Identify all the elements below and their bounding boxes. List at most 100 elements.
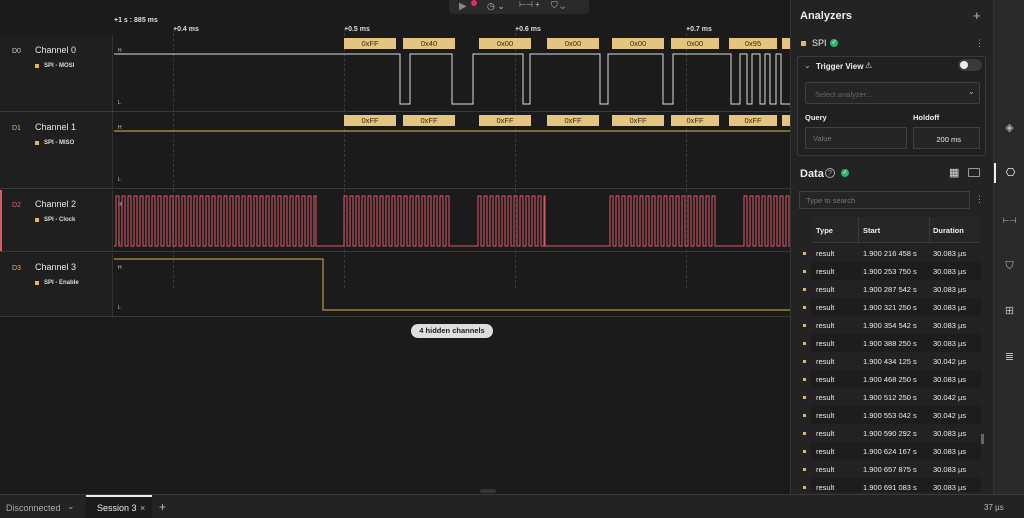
data-table: Type Start Duration result 1.900 216 458… [803, 217, 981, 492]
warning-icon: ⚠ [865, 61, 873, 70]
table-scrollbar[interactable] [981, 434, 984, 444]
table-row[interactable]: result 1.900 253 750 s 30.083 µs [803, 262, 981, 280]
table-row[interactable]: result 1.900 354 542 s 30.083 µs [803, 316, 981, 334]
cell-duration: 30.083 µs [933, 249, 967, 258]
data-search-input[interactable] [799, 191, 970, 209]
trigger-toggle[interactable] [958, 59, 982, 71]
timing-markers-icon[interactable]: ⊢⊣ [994, 211, 1024, 231]
zoom-level: 37 µs [984, 503, 1004, 512]
decoded-byte[interactable]: 0xFF [547, 115, 599, 126]
cell-duration: 30.083 µs [933, 447, 967, 456]
cell-start: 1.900 321 250 s [863, 303, 917, 312]
column-duration[interactable]: Duration [933, 226, 964, 235]
table-row[interactable]: result 1.900 434 125 s 30.042 µs [803, 352, 981, 370]
decoded-byte[interactable]: 0x40 [403, 38, 455, 49]
cell-start: 1.900 512 250 s [863, 393, 917, 402]
table-row[interactable]: result 1.900 388 250 s 30.083 µs [803, 334, 981, 352]
select-analyzer-dropdown[interactable]: Select analyzer... ⌄ [805, 82, 980, 104]
spi-analyzer-label[interactable]: SPI [812, 38, 827, 48]
cell-start: 1.900 388 250 s [863, 339, 917, 348]
table-view-icon[interactable]: ▦ [949, 166, 959, 179]
analyzers-icon[interactable]: ⎔ [994, 163, 1024, 183]
query-input[interactable] [805, 127, 907, 149]
table-row[interactable]: result 1.900 512 250 s 30.042 µs [803, 388, 981, 406]
table-row[interactable]: result 1.900 590 292 s 30.083 µs [803, 424, 981, 442]
cell-duration: 30.042 µs [933, 393, 967, 402]
add-analyzer-button[interactable]: + [973, 8, 981, 23]
row-dot [803, 432, 806, 435]
column-type[interactable]: Type [816, 226, 833, 235]
search-more-icon[interactable]: ⋮ [975, 194, 984, 205]
cell-start: 1.900 354 542 s [863, 321, 917, 330]
check-icon: ✓ [830, 39, 838, 47]
layers-icon[interactable]: ◈ [994, 118, 1024, 138]
analyzers-panel: Analyzers + SPI ✓ ⋮ ⌄ Trigger View ⚠ Sel… [790, 0, 993, 494]
cell-duration: 30.083 µs [933, 321, 967, 330]
table-row[interactable]: result 1.900 321 250 s 30.083 µs [803, 298, 981, 316]
decoded-byte[interactable]: 0x00 [612, 38, 664, 49]
cell-type: result [816, 303, 835, 312]
cell-start: 1.900 590 292 s [863, 429, 917, 438]
row-dot [803, 270, 806, 273]
help-icon[interactable]: ? [825, 168, 835, 178]
waveform-svg [114, 53, 790, 311]
row-dot [803, 396, 806, 399]
decoded-byte[interactable]: 0x00 [671, 38, 719, 49]
terminal-view-icon[interactable] [968, 168, 980, 177]
cell-start: 1.900 434 125 s [863, 357, 917, 366]
enable-waveform [114, 258, 790, 311]
waveform-area[interactable]: ▶ ◷ ⌄ ⊢⊣ + ⛉ ⌄ +1 s : 885 ms +0.4 ms +0.5… [0, 0, 790, 494]
mosi-waveform [114, 53, 790, 105]
spi-dot [801, 41, 806, 46]
cell-start: 1.900 624 167 s [863, 447, 917, 456]
connection-status[interactable]: Disconnected [6, 503, 61, 513]
decoded-byte[interactable]: 0x00 [479, 38, 531, 49]
decoded-byte[interactable]: 0xFF [479, 115, 531, 126]
row-dot [803, 486, 806, 489]
decoded-byte[interactable]: 0xFF [729, 115, 777, 126]
more-icon[interactable]: ⋮ [975, 38, 984, 49]
hidden-channels-button[interactable]: 4 hidden channels [411, 324, 493, 338]
cell-start: 1.900 468 250 s [863, 375, 917, 384]
notes-icon[interactable]: ≣ [994, 347, 1024, 367]
cell-type: result [816, 285, 835, 294]
cell-duration: 30.083 µs [933, 375, 967, 384]
cell-type: result [816, 321, 835, 330]
close-tab-icon[interactable]: × [140, 503, 145, 513]
cell-duration: 30.083 µs [933, 429, 967, 438]
new-tab-button[interactable]: + [159, 500, 166, 514]
extensions-icon[interactable]: ⊞ [994, 301, 1024, 321]
decoded-byte[interactable]: 0xFF [403, 115, 455, 126]
trigger-view-box: ⌄ Trigger View ⚠ Select analyzer... ⌄ Qu… [797, 56, 986, 156]
cell-type: result [816, 447, 835, 456]
cell-type: result [816, 249, 835, 258]
select-analyzer-placeholder: Select analyzer... [815, 90, 873, 99]
cell-start: 1.900 253 750 s [863, 267, 917, 276]
table-header: Type Start Duration [811, 217, 981, 243]
chevron-down-icon[interactable]: ⌄ [804, 61, 811, 70]
table-row[interactable]: result 1.900 553 042 s 30.042 µs [803, 406, 981, 424]
row-dot [803, 342, 806, 345]
decoded-byte[interactable]: 0xFF [344, 115, 396, 126]
table-row[interactable]: result 1.900 624 167 s 30.083 µs [803, 442, 981, 460]
table-row[interactable]: result 1.900 468 250 s 30.083 µs [803, 370, 981, 388]
table-row[interactable]: result 1.900 287 542 s 30.083 µs [803, 280, 981, 298]
holdoff-value: 200 ms [936, 135, 961, 144]
column-start[interactable]: Start [863, 226, 880, 235]
trigger-icon[interactable]: ⛉ [994, 256, 1024, 276]
cell-start: 1.900 691 083 s [863, 483, 917, 492]
holdoff-input[interactable]: 200 ms [913, 127, 980, 149]
cell-type: result [816, 339, 835, 348]
decoded-byte[interactable]: 0xFF [344, 38, 396, 49]
cell-type: result [816, 267, 835, 276]
connection-chevron-icon[interactable]: ⌄ [67, 501, 75, 512]
logic-analyzer-app: ▶ ◷ ⌄ ⊢⊣ + ⛉ ⌄ +1 s : 885 ms +0.4 ms +0.5… [0, 0, 1024, 518]
decoded-byte[interactable]: 0x00 [547, 38, 599, 49]
bottom-drag-handle[interactable] [480, 489, 496, 493]
table-row[interactable]: result 1.900 657 875 s 30.083 µs [803, 460, 981, 478]
decoded-byte[interactable]: 0x95 [729, 38, 777, 49]
decoded-byte[interactable]: 0xFF [612, 115, 664, 126]
decoded-byte[interactable]: 0xFF [671, 115, 719, 126]
session-tab[interactable]: Session 3 × [86, 495, 152, 518]
table-row[interactable]: result 1.900 216 458 s 30.083 µs [803, 244, 981, 262]
